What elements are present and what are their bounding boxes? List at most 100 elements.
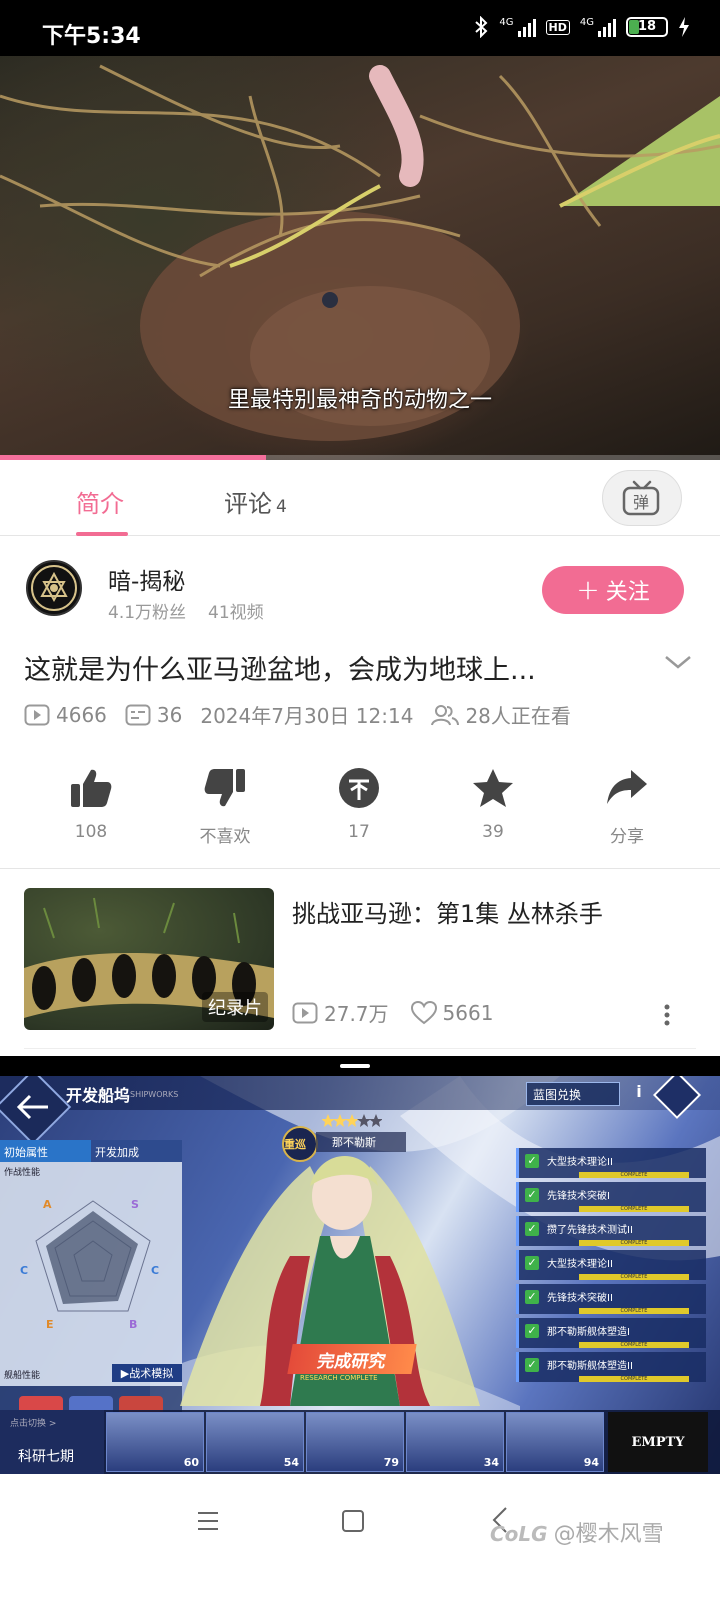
task-row[interactable]: ✓ 先锋技术突破I COMPLETE	[516, 1182, 706, 1212]
related-video-title[interactable]: 挑战亚马逊：第1集 丛林杀手	[292, 894, 603, 929]
video-player[interactable]: 里最特别最神奇的动物之一	[0, 56, 720, 460]
check-icon: ✓	[525, 1324, 539, 1338]
task-row[interactable]: ✓ 大型技术理论II COMPLETE	[516, 1250, 706, 1280]
task-row[interactable]: ✓ 那不勒斯舰体塑造I COMPLETE	[516, 1318, 706, 1348]
check-icon: ✓	[525, 1290, 539, 1304]
research-complete-banner: 完成研究	[287, 1344, 417, 1374]
svg-text:E: E	[46, 1318, 54, 1331]
list-divider	[24, 1048, 696, 1049]
uploader-section: 暗-揭秘 4.1万粉丝 41视频 + 关注	[0, 536, 720, 636]
ship-performance-label: 舰船性能	[4, 1371, 41, 1381]
detail-tabs: 简介 评论 4 弹	[0, 460, 720, 536]
masonic-logo-icon	[31, 565, 77, 611]
action-bar: 108 不喜欢 17 39 分享	[0, 762, 720, 866]
svg-text:C: C	[20, 1264, 28, 1277]
related-play-count: 27.7万	[324, 1002, 389, 1026]
roster-slot[interactable]: 60	[106, 1412, 204, 1472]
related-video-tag: 纪录片	[202, 992, 268, 1022]
related-video-thumbnail[interactable]: 纪录片	[24, 888, 274, 1030]
watching-count: 28人正在看	[465, 704, 571, 728]
danmaku-count-icon	[125, 704, 151, 725]
publish-date: 2024年7月30日 12:14	[200, 704, 414, 728]
share-button[interactable]: 分享	[560, 762, 694, 866]
heart-icon	[410, 1000, 437, 1024]
roster-empty-slot[interactable]: EMPTY	[608, 1412, 708, 1472]
game-window[interactable]: 开发船坞 SHIPWORKS 蓝图兑换 i 初始属性 开发加成 作战性能 A S…	[0, 1076, 720, 1474]
watching-people-icon	[431, 704, 460, 725]
signal-icon-sim2: 4G	[580, 17, 616, 37]
charging-icon	[679, 17, 689, 37]
tab-comments[interactable]: 评论 4	[224, 484, 287, 519]
signal-icon-sim1: 4G	[499, 17, 536, 37]
thumbs-up-icon	[71, 769, 112, 807]
video-subtitle: 里最特别最神奇的动物之一	[227, 388, 492, 413]
battery-icon: 18	[626, 17, 668, 37]
related-video-card[interactable]: 纪录片 挑战亚马逊：第1集 丛林杀手 27.7万 5661	[0, 888, 720, 1050]
task-row[interactable]: ✓ 先锋技术突破II COMPLETE	[516, 1284, 706, 1314]
uploader-name[interactable]: 暗-揭秘	[108, 562, 185, 596]
roster-slot[interactable]: 94	[506, 1412, 604, 1472]
follow-label: 关注	[605, 580, 650, 605]
task-row[interactable]: ✓ 大型技术理论II COMPLETE	[516, 1148, 706, 1178]
danmaku-toggle-button[interactable]: 弹	[602, 470, 682, 526]
more-options-icon[interactable]	[664, 1004, 670, 1030]
status-time: 下午5:34	[42, 24, 141, 49]
svg-text:弹: 弹	[633, 493, 649, 512]
danmaku-count: 36	[156, 702, 183, 727]
research-series-switch[interactable]: 点击切换 > 科研七期	[0, 1410, 104, 1474]
game-title-sub: SHIPWORKS	[130, 1090, 179, 1099]
thumbs-down-icon	[204, 769, 245, 807]
game-title: 开发船坞	[66, 1086, 131, 1105]
research-task-list: ✓ 大型技术理论II COMPLETE ✓ 先锋技术突破I COMPLETE ✓ 攒了先锋…	[516, 1148, 706, 1388]
section-divider	[0, 868, 720, 869]
related-video-stats: 27.7万 5661	[292, 998, 515, 1027]
split-handle[interactable]	[340, 1064, 370, 1068]
ship-roster: 点击切换 > 科研七期 60 54 79 34 94 EMPTY	[0, 1410, 720, 1474]
status-bar: 下午5:34 4G HD 4G 18	[0, 0, 720, 56]
favorite-button[interactable]: 39	[426, 762, 560, 866]
game-info-icon[interactable]: i	[628, 1082, 650, 1106]
play-count-icon	[24, 704, 50, 725]
dislike-button[interactable]: 不喜欢	[158, 762, 292, 866]
rarity-stars-icon	[322, 1114, 382, 1127]
share-icon	[607, 770, 647, 804]
blueprint-exchange-button[interactable]: 蓝图兑换	[526, 1082, 620, 1106]
follow-button[interactable]: + 关注	[542, 566, 684, 614]
status-icons: 4G HD 4G 18	[473, 16, 690, 38]
split-screen-divider[interactable]	[0, 1056, 720, 1076]
roster-slot[interactable]: 54	[206, 1412, 304, 1472]
danmaku-tv-icon: 弹	[622, 480, 660, 516]
svg-text:C: C	[151, 1264, 159, 1277]
radar-chart-icon: A S C C E B	[20, 1198, 159, 1331]
task-row[interactable]: ✓ 那不勒斯舰体塑造II COMPLETE	[516, 1352, 706, 1382]
check-icon: ✓	[525, 1358, 539, 1372]
back-arrow-icon	[16, 1094, 48, 1120]
tab-initial-stats[interactable]: 初始属性	[0, 1140, 91, 1162]
uploader-avatar[interactable]	[26, 560, 82, 616]
video-stats: 4666 36 2024年7月30日 12:14 28人正在看	[24, 700, 583, 729]
research-complete-sub: RESEARCH COMPLETE	[300, 1374, 378, 1382]
check-icon: ✓	[525, 1154, 539, 1168]
check-icon: ✓	[525, 1256, 539, 1270]
play-count: 4666	[56, 702, 107, 727]
check-icon: ✓	[525, 1222, 539, 1236]
tab-intro[interactable]: 简介	[76, 484, 124, 519]
roster-slot[interactable]: 79	[306, 1412, 404, 1472]
roster-slot[interactable]: 34	[406, 1412, 504, 1472]
video-title[interactable]: 这就是为什么亚马逊盆地，会成为地球上...	[24, 648, 644, 687]
combat-performance-label: 作战性能	[4, 1168, 41, 1178]
coin-button[interactable]: 17	[292, 762, 426, 866]
like-button[interactable]: 108	[24, 762, 158, 866]
related-like-count: 5661	[442, 1000, 494, 1025]
home-icon[interactable]	[342, 1510, 364, 1532]
task-row[interactable]: ✓ 攒了先锋技术测试II COMPLETE	[516, 1216, 706, 1246]
stats-panel: 初始属性 开发加成 作战性能 A S C C E B 舰船性能 ▶战术模拟	[0, 1140, 182, 1386]
svg-text:A: A	[43, 1198, 52, 1211]
play-count-icon	[292, 1002, 318, 1023]
watermark: CoLG @樱木风雪	[490, 1522, 664, 1547]
stats-tabs: 初始属性 开发加成	[0, 1140, 182, 1162]
uploader-fans: 4.1万粉丝	[108, 603, 187, 623]
expand-chevron-icon[interactable]	[664, 654, 692, 674]
check-icon: ✓	[525, 1188, 539, 1202]
menu-icon[interactable]	[196, 1510, 220, 1532]
